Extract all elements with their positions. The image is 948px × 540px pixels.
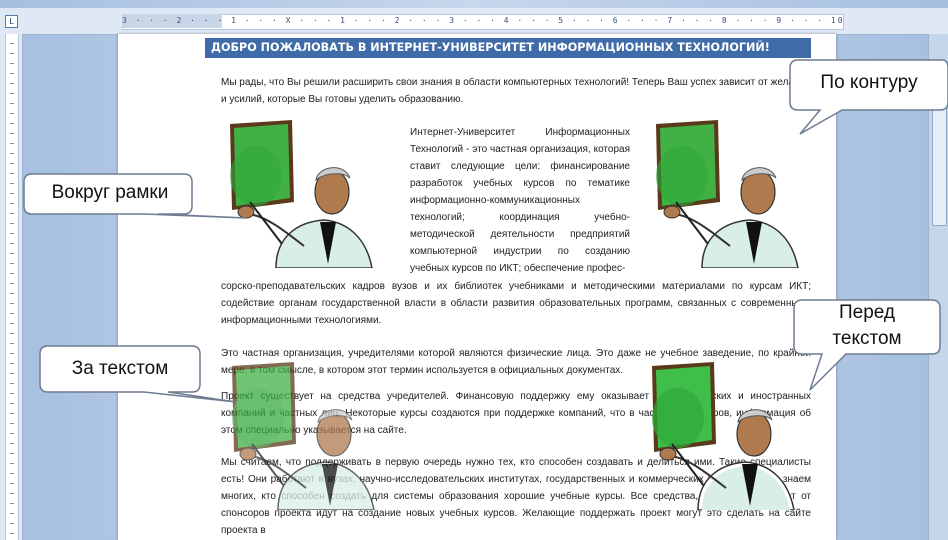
callout-around-frame: Вокруг рамки	[23, 172, 247, 224]
ruler-corner[interactable]: L	[0, 8, 23, 35]
callout-in-front-line1: Перед	[838, 302, 896, 323]
callout-behind-text: За текстом	[39, 344, 237, 403]
document-page[interactable]: ДОБРО ПОЖАЛОВАТЬ В ИНТЕРНЕТ-УНИВЕРСИТЕТ …	[118, 34, 836, 540]
callout-in-front: Перед текстом	[793, 298, 941, 391]
teacher-clipart-behind[interactable]	[218, 360, 378, 510]
tab-stop-selector[interactable]: L	[5, 15, 18, 28]
teacher-illustration	[230, 120, 373, 268]
callout-behind-text-label: За текстом	[71, 358, 169, 379]
teacher-illustration-2	[656, 120, 799, 268]
teacher-illustration-4	[652, 362, 795, 510]
ruler-ticks: 3 · · · 2 · · · 1 · · · X · · · 1 · · · …	[122, 16, 842, 25]
teacher-clipart-contour[interactable]	[642, 118, 802, 268]
teacher-clipart-front[interactable]	[638, 360, 798, 510]
teacher-illustration-3	[232, 362, 375, 510]
paragraph-column: Интернет-Университет Информационных Техн…	[410, 124, 630, 277]
horizontal-ruler[interactable]: 3 · · · 2 · · · 1 · · · X · · · 1 · · · …	[22, 8, 948, 35]
vertical-ruler-track	[5, 34, 19, 540]
teacher-clipart-square[interactable]	[216, 118, 376, 268]
callout-contour: По контуру	[789, 58, 948, 135]
vertical-ruler[interactable]	[0, 34, 23, 540]
paragraph-intro: Мы рады, что Вы решили расширить свои зн…	[221, 74, 811, 108]
page-banner: ДОБРО ПОЖАЛОВАТЬ В ИНТЕРНЕТ-УНИВЕРСИТЕТ …	[205, 38, 811, 58]
scrollbar-thumb[interactable]	[932, 104, 947, 226]
paragraph-mission-text: сорско-преподавательских кадров вузов и …	[221, 281, 811, 326]
callout-in-front-line2: текстом	[832, 328, 902, 349]
paragraph-column-text: Интернет-Университет Информационных Техн…	[410, 127, 630, 274]
callout-around-frame-label: Вокруг рамки	[51, 182, 169, 203]
paragraph-mission: сорско-преподавательских кадров вузов и …	[221, 278, 811, 329]
paragraph-intro-text: Мы рады, что Вы решили расширить свои зн…	[221, 77, 811, 105]
callout-contour-label: По контуру	[820, 72, 918, 93]
